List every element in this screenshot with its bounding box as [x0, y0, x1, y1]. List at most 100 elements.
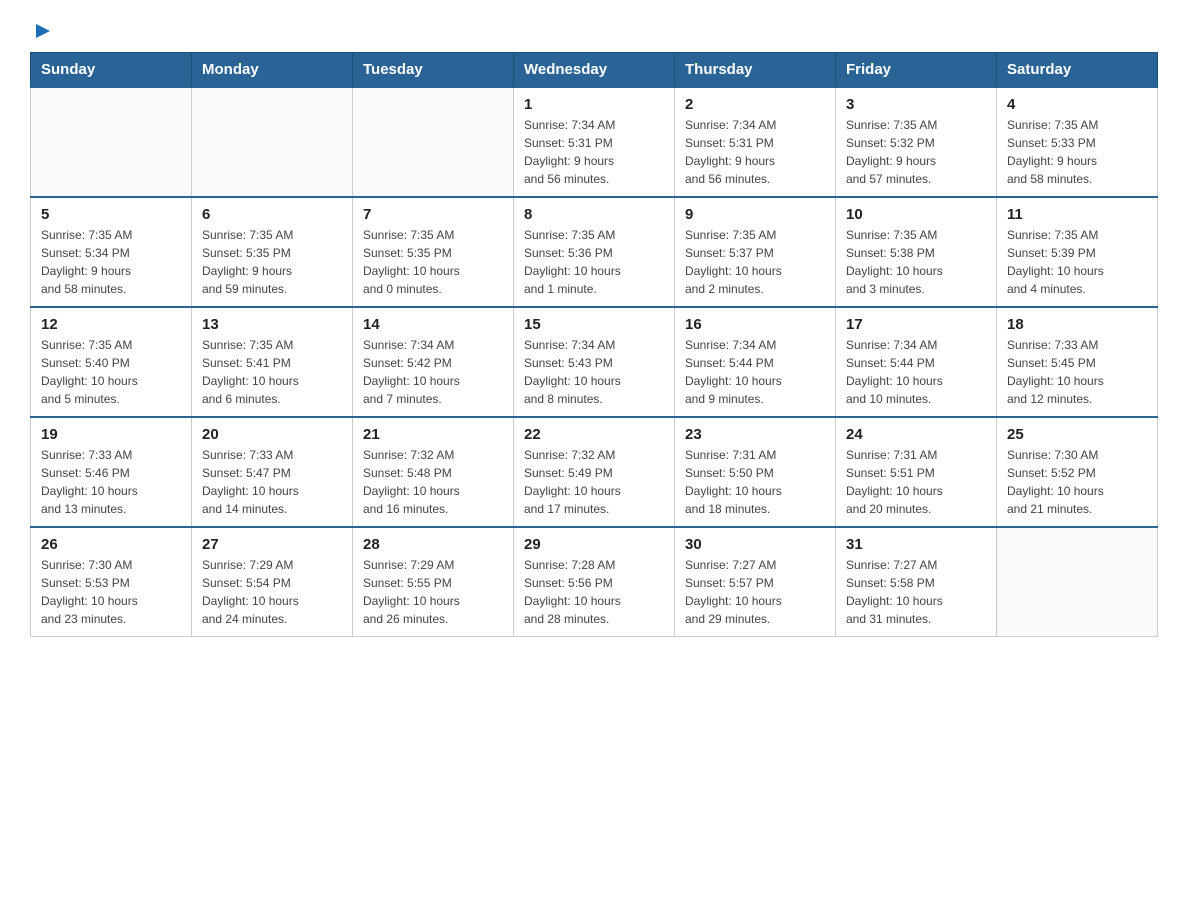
day-number: 6: [202, 206, 342, 223]
weekday-header-monday: Monday: [192, 53, 353, 88]
day-info: Sunrise: 7:35 AM Sunset: 5:36 PM Dayligh…: [524, 226, 664, 298]
day-info: Sunrise: 7:30 AM Sunset: 5:53 PM Dayligh…: [41, 556, 181, 628]
calendar-cell: 20 Sunrise: 7:33 AM Sunset: 5:47 PM Dayli…: [192, 417, 353, 527]
calendar-cell: 7 Sunrise: 7:35 AM Sunset: 5:35 PM Daylig…: [353, 197, 514, 307]
day-info: Sunrise: 7:32 AM Sunset: 5:49 PM Dayligh…: [524, 446, 664, 518]
calendar-cell: [353, 87, 514, 197]
day-info: Sunrise: 7:35 AM Sunset: 5:38 PM Dayligh…: [846, 226, 986, 298]
day-number: 24: [846, 426, 986, 443]
day-number: 7: [363, 206, 503, 223]
day-number: 4: [1007, 96, 1147, 113]
day-info: Sunrise: 7:34 AM Sunset: 5:31 PM Dayligh…: [685, 116, 825, 188]
calendar-week-row: 19Sunrise: 7:33 AM Sunset: 5:46 PM Dayli…: [31, 417, 1158, 527]
calendar-cell: [997, 527, 1158, 637]
weekday-header-tuesday: Tuesday: [353, 53, 514, 88]
day-number: 3: [846, 96, 986, 113]
calendar-cell: [31, 87, 192, 197]
day-info: Sunrise: 7:29 AM Sunset: 5:55 PM Dayligh…: [363, 556, 503, 628]
day-info: Sunrise: 7:28 AM Sunset: 5:56 PM Dayligh…: [524, 556, 664, 628]
day-number: 29: [524, 536, 664, 553]
weekday-header-wednesday: Wednesday: [514, 53, 675, 88]
day-info: Sunrise: 7:35 AM Sunset: 5:32 PM Dayligh…: [846, 116, 986, 188]
calendar-cell: 22Sunrise: 7:32 AM Sunset: 5:49 PM Dayli…: [514, 417, 675, 527]
calendar-cell: 24 Sunrise: 7:31 AM Sunset: 5:51 PM Dayli…: [836, 417, 997, 527]
logo: [30, 20, 56, 42]
day-info: Sunrise: 7:34 AM Sunset: 5:44 PM Dayligh…: [846, 336, 986, 408]
calendar-cell: 19Sunrise: 7:33 AM Sunset: 5:46 PM Dayli…: [31, 417, 192, 527]
day-number: 10: [846, 206, 986, 223]
day-number: 26: [41, 536, 181, 553]
day-number: 15: [524, 316, 664, 333]
day-number: 1: [524, 96, 664, 113]
day-number: 12: [41, 316, 181, 333]
day-info: Sunrise: 7:27 AM Sunset: 5:58 PM Dayligh…: [846, 556, 986, 628]
day-number: 31: [846, 536, 986, 553]
day-number: 25: [1007, 426, 1147, 443]
day-number: 5: [41, 206, 181, 223]
weekday-header-thursday: Thursday: [675, 53, 836, 88]
calendar-cell: 17Sunrise: 7:34 AM Sunset: 5:44 PM Dayli…: [836, 307, 997, 417]
day-number: 11: [1007, 206, 1147, 223]
calendar-cell: 9 Sunrise: 7:35 AM Sunset: 5:37 PM Daylig…: [675, 197, 836, 307]
day-info: Sunrise: 7:34 AM Sunset: 5:42 PM Dayligh…: [363, 336, 503, 408]
day-info: Sunrise: 7:35 AM Sunset: 5:35 PM Dayligh…: [202, 226, 342, 298]
calendar-cell: 29 Sunrise: 7:28 AM Sunset: 5:56 PM Dayli…: [514, 527, 675, 637]
calendar-cell: 3 Sunrise: 7:35 AM Sunset: 5:32 PM Daylig…: [836, 87, 997, 197]
day-info: Sunrise: 7:27 AM Sunset: 5:57 PM Dayligh…: [685, 556, 825, 628]
calendar-cell: 31 Sunrise: 7:27 AM Sunset: 5:58 PM Dayli…: [836, 527, 997, 637]
day-info: Sunrise: 7:34 AM Sunset: 5:31 PM Dayligh…: [524, 116, 664, 188]
calendar-table: SundayMondayTuesdayWednesdayThursdayFrid…: [30, 52, 1158, 637]
day-number: 9: [685, 206, 825, 223]
day-info: Sunrise: 7:32 AM Sunset: 5:48 PM Dayligh…: [363, 446, 503, 518]
calendar-cell: 28 Sunrise: 7:29 AM Sunset: 5:55 PM Dayli…: [353, 527, 514, 637]
day-number: 28: [363, 536, 503, 553]
calendar-cell: 15 Sunrise: 7:34 AM Sunset: 5:43 PM Dayli…: [514, 307, 675, 417]
page-header: [30, 20, 1158, 42]
calendar-cell: 10 Sunrise: 7:35 AM Sunset: 5:38 PM Dayli…: [836, 197, 997, 307]
calendar-cell: 23 Sunrise: 7:31 AM Sunset: 5:50 PM Dayli…: [675, 417, 836, 527]
day-info: Sunrise: 7:34 AM Sunset: 5:44 PM Dayligh…: [685, 336, 825, 408]
calendar-cell: 21 Sunrise: 7:32 AM Sunset: 5:48 PM Dayli…: [353, 417, 514, 527]
calendar-cell: 25Sunrise: 7:30 AM Sunset: 5:52 PM Dayli…: [997, 417, 1158, 527]
day-number: 21: [363, 426, 503, 443]
day-info: Sunrise: 7:35 AM Sunset: 5:40 PM Dayligh…: [41, 336, 181, 408]
day-info: Sunrise: 7:33 AM Sunset: 5:45 PM Dayligh…: [1007, 336, 1147, 408]
calendar-cell: 5 Sunrise: 7:35 AM Sunset: 5:34 PM Daylig…: [31, 197, 192, 307]
weekday-header-sunday: Sunday: [31, 53, 192, 88]
day-info: Sunrise: 7:31 AM Sunset: 5:51 PM Dayligh…: [846, 446, 986, 518]
calendar-header: SundayMondayTuesdayWednesdayThursdayFrid…: [31, 53, 1158, 88]
calendar-body: 1 Sunrise: 7:34 AM Sunset: 5:31 PM Daylig…: [31, 87, 1158, 637]
day-info: Sunrise: 7:35 AM Sunset: 5:37 PM Dayligh…: [685, 226, 825, 298]
day-info: Sunrise: 7:35 AM Sunset: 5:33 PM Dayligh…: [1007, 116, 1147, 188]
calendar-cell: [192, 87, 353, 197]
calendar-cell: 18Sunrise: 7:33 AM Sunset: 5:45 PM Dayli…: [997, 307, 1158, 417]
calendar-cell: 30 Sunrise: 7:27 AM Sunset: 5:57 PM Dayli…: [675, 527, 836, 637]
calendar-cell: 12 Sunrise: 7:35 AM Sunset: 5:40 PM Dayli…: [31, 307, 192, 417]
day-info: Sunrise: 7:33 AM Sunset: 5:47 PM Dayligh…: [202, 446, 342, 518]
calendar-cell: 4 Sunrise: 7:35 AM Sunset: 5:33 PM Daylig…: [997, 87, 1158, 197]
calendar-cell: 8 Sunrise: 7:35 AM Sunset: 5:36 PM Daylig…: [514, 197, 675, 307]
day-info: Sunrise: 7:35 AM Sunset: 5:35 PM Dayligh…: [363, 226, 503, 298]
calendar-cell: 2 Sunrise: 7:34 AM Sunset: 5:31 PM Daylig…: [675, 87, 836, 197]
day-info: Sunrise: 7:34 AM Sunset: 5:43 PM Dayligh…: [524, 336, 664, 408]
calendar-cell: 11Sunrise: 7:35 AM Sunset: 5:39 PM Dayli…: [997, 197, 1158, 307]
calendar-cell: 26 Sunrise: 7:30 AM Sunset: 5:53 PM Dayli…: [31, 527, 192, 637]
day-number: 14: [363, 316, 503, 333]
day-number: 30: [685, 536, 825, 553]
logo-triangle-icon: [32, 20, 54, 42]
weekday-header-row: SundayMondayTuesdayWednesdayThursdayFrid…: [31, 53, 1158, 88]
day-info: Sunrise: 7:33 AM Sunset: 5:46 PM Dayligh…: [41, 446, 181, 518]
day-number: 2: [685, 96, 825, 113]
day-number: 8: [524, 206, 664, 223]
day-number: 23: [685, 426, 825, 443]
calendar-cell: 27Sunrise: 7:29 AM Sunset: 5:54 PM Dayli…: [192, 527, 353, 637]
day-info: Sunrise: 7:29 AM Sunset: 5:54 PM Dayligh…: [202, 556, 342, 628]
day-info: Sunrise: 7:35 AM Sunset: 5:34 PM Dayligh…: [41, 226, 181, 298]
calendar-week-row: 5 Sunrise: 7:35 AM Sunset: 5:34 PM Daylig…: [31, 197, 1158, 307]
calendar-week-row: 26 Sunrise: 7:30 AM Sunset: 5:53 PM Dayli…: [31, 527, 1158, 637]
day-info: Sunrise: 7:31 AM Sunset: 5:50 PM Dayligh…: [685, 446, 825, 518]
day-number: 20: [202, 426, 342, 443]
weekday-header-saturday: Saturday: [997, 53, 1158, 88]
calendar-cell: 16 Sunrise: 7:34 AM Sunset: 5:44 PM Dayli…: [675, 307, 836, 417]
day-number: 16: [685, 316, 825, 333]
